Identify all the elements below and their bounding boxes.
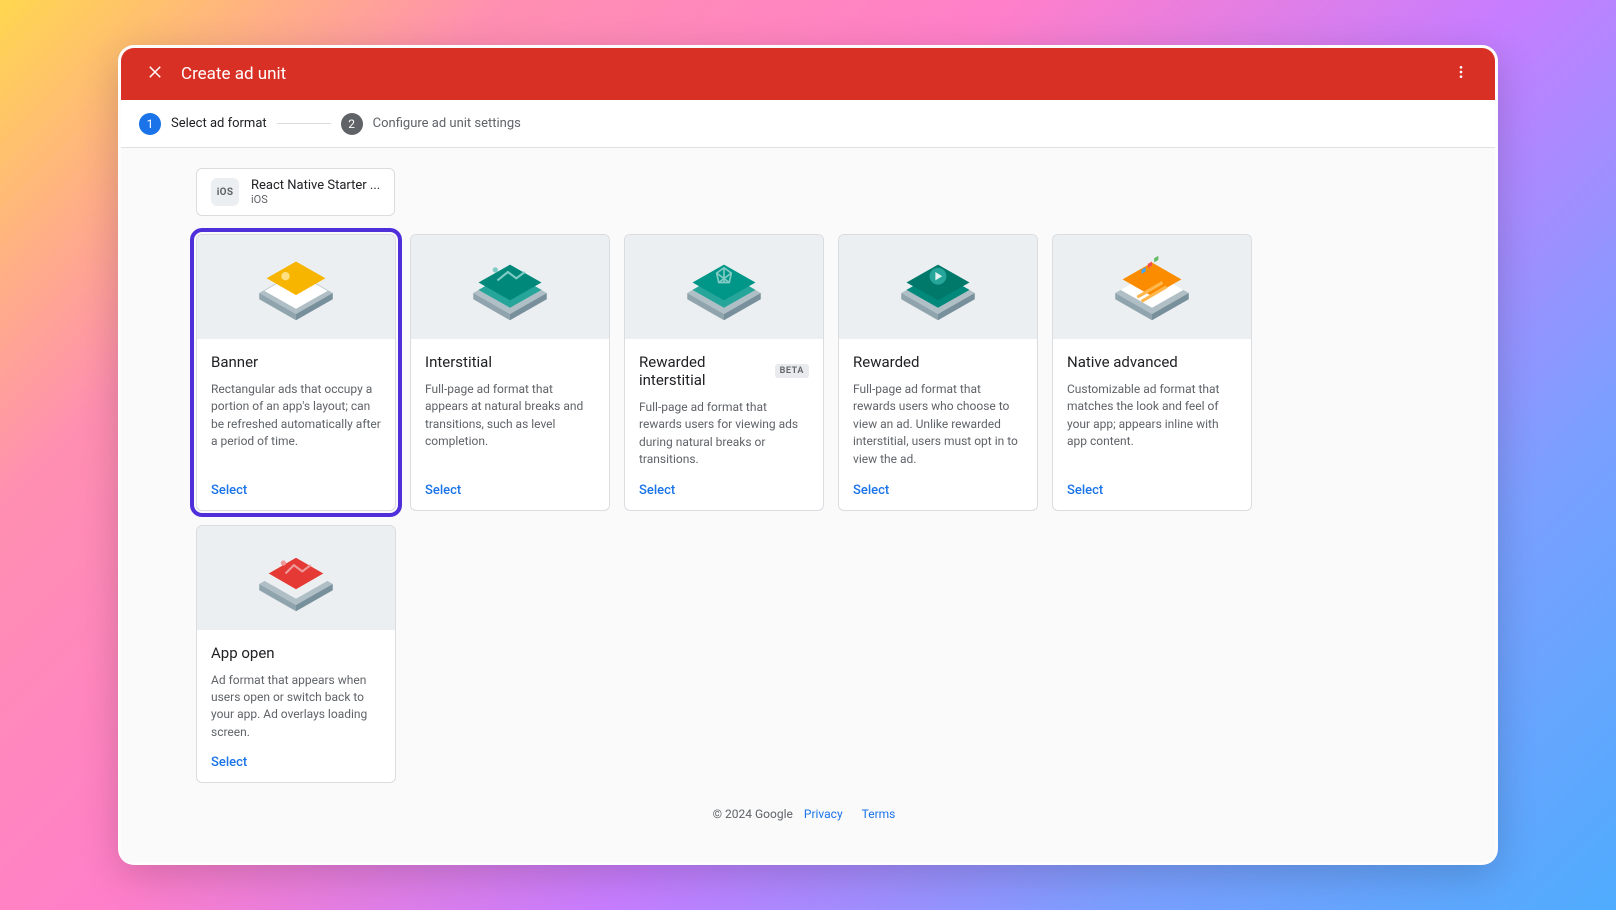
ad-format-grid: Banner Rectangular ads that occupy a por…: [196, 234, 1420, 783]
step-1[interactable]: 1 Select ad format: [139, 113, 267, 135]
platform-badge: iOS: [211, 178, 239, 206]
app-name: React Native Starter ...: [251, 178, 380, 193]
step-2-number: 2: [341, 113, 363, 135]
card-title: Interstitial: [425, 353, 595, 371]
banner-illustration: [197, 235, 395, 339]
footer: © 2024 Google Privacy Terms: [196, 783, 1420, 837]
select-button[interactable]: Select: [1067, 483, 1103, 498]
close-icon: [146, 63, 164, 85]
privacy-link[interactable]: Privacy: [804, 807, 843, 821]
more-vert-icon: [1453, 64, 1469, 84]
card-description: Full-page ad format that rewards users f…: [639, 399, 809, 469]
close-button[interactable]: [135, 54, 175, 94]
interstitial-icon: [450, 245, 570, 329]
card-rewarded-interstitial[interactable]: Rewarded interstitial BETA Full-page ad …: [624, 234, 824, 511]
dialog-title: Create ad unit: [181, 64, 286, 84]
more-options-button[interactable]: [1441, 54, 1481, 94]
card-title: Banner: [211, 353, 381, 371]
banner-icon: [236, 245, 356, 329]
card-banner[interactable]: Banner Rectangular ads that occupy a por…: [196, 234, 396, 511]
app-platform: iOS: [251, 193, 380, 206]
step-connector: [277, 123, 331, 124]
card-rewarded[interactable]: Rewarded Full-page ad format that reward…: [838, 234, 1038, 511]
native-advanced-icon: [1092, 245, 1212, 329]
card-description: Full-page ad format that rewards users w…: [853, 381, 1023, 469]
card-description: Customizable ad format that matches the …: [1067, 381, 1237, 469]
card-native-advanced[interactable]: Native advanced Customizable ad format t…: [1052, 234, 1252, 511]
content-area: iOS React Native Starter ... iOS: [121, 148, 1495, 862]
select-button[interactable]: Select: [853, 483, 889, 498]
rewarded-illustration: [839, 235, 1037, 339]
select-button[interactable]: Select: [639, 483, 675, 498]
card-description: Rectangular ads that occupy a portion of…: [211, 381, 381, 469]
step-1-number: 1: [139, 113, 161, 135]
step-2[interactable]: 2 Configure ad unit settings: [341, 113, 521, 135]
card-interstitial[interactable]: Interstitial Full-page ad format that ap…: [410, 234, 610, 511]
card-description: Ad format that appears when users open o…: [211, 672, 381, 742]
native-advanced-illustration: [1053, 235, 1251, 339]
app-chip[interactable]: iOS React Native Starter ... iOS: [196, 168, 395, 216]
stepper: 1 Select ad format 2 Configure ad unit s…: [121, 100, 1495, 148]
dialog-window: Create ad unit 1 Select ad format 2 Conf…: [118, 45, 1498, 865]
select-button[interactable]: Select: [211, 755, 247, 770]
step-1-label: Select ad format: [171, 116, 267, 131]
beta-badge: BETA: [775, 364, 809, 378]
terms-link[interactable]: Terms: [862, 807, 896, 821]
copyright-text: © 2024 Google: [713, 807, 793, 821]
rewarded-interstitial-illustration: [625, 235, 823, 339]
rewarded-icon: [878, 245, 998, 329]
dialog-titlebar: Create ad unit: [121, 48, 1495, 100]
select-button[interactable]: Select: [211, 483, 247, 498]
card-app-open[interactable]: App open Ad format that appears when use…: [196, 525, 396, 784]
card-description: Full-page ad format that appears at natu…: [425, 381, 595, 469]
card-title: Native advanced: [1067, 353, 1237, 371]
select-button[interactable]: Select: [425, 483, 461, 498]
app-open-illustration: [197, 526, 395, 630]
step-2-label: Configure ad unit settings: [373, 116, 521, 131]
interstitial-illustration: [411, 235, 609, 339]
card-title: App open: [211, 644, 381, 662]
app-open-icon: [236, 536, 356, 620]
card-title: Rewarded: [853, 353, 1023, 371]
card-title: Rewarded interstitial BETA: [639, 353, 809, 389]
rewarded-interstitial-icon: [664, 245, 784, 329]
